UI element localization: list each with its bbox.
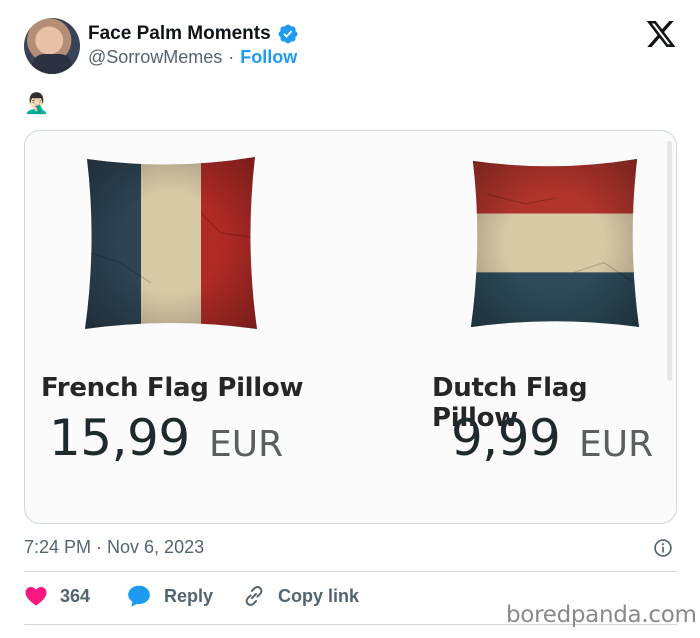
avatar[interactable] (24, 18, 80, 74)
french-flag-pillow (85, 157, 257, 329)
pillow-title-french: French Flag Pillow (41, 373, 304, 403)
watermark: boredpanda.com (506, 602, 697, 628)
author-handle-row: @SorrowMemes · Follow (88, 47, 297, 68)
pillow-price-dutch: 9,99 (451, 409, 561, 467)
like-count: 364 (60, 585, 91, 606)
tweet-media-image[interactable]: French Flag Pillow 15,99 EUR Dutch Flag … (24, 130, 677, 524)
tweet-card: Face Palm Moments @SorrowMemes · Follow … (0, 0, 700, 638)
dutch-flag-pillow (470, 158, 640, 328)
heart-icon (25, 587, 47, 606)
author-handle[interactable]: @SorrowMemes (88, 47, 222, 68)
handle-separator: · (228, 47, 235, 67)
reply-button[interactable]: Reply (126, 582, 213, 610)
tweet-timestamp[interactable]: 7:24 PM · Nov 6, 2023 (24, 537, 204, 558)
image-edge (667, 141, 672, 381)
author-name-row: Face Palm Moments (88, 22, 299, 46)
tweet-text: 🤦🏻‍♂️ (24, 93, 49, 115)
pillow-currency-dutch: EUR (579, 424, 654, 465)
copy-link-button[interactable]: Copy link (242, 582, 359, 610)
divider (24, 571, 677, 572)
reply-bubble-icon (128, 585, 150, 607)
copy-link-label: Copy link (278, 585, 360, 606)
author-display-name[interactable]: Face Palm Moments (88, 23, 271, 45)
pillow-price-french: 15,99 (49, 409, 190, 467)
info-icon[interactable] (653, 538, 673, 558)
x-logo-icon[interactable] (645, 18, 677, 50)
pillow-currency-french: EUR (209, 424, 284, 465)
like-button[interactable]: 364 (24, 582, 90, 610)
follow-button[interactable]: Follow (240, 47, 297, 68)
link-icon (245, 586, 263, 606)
verified-badge-icon (278, 24, 298, 44)
reply-label: Reply (164, 585, 214, 606)
